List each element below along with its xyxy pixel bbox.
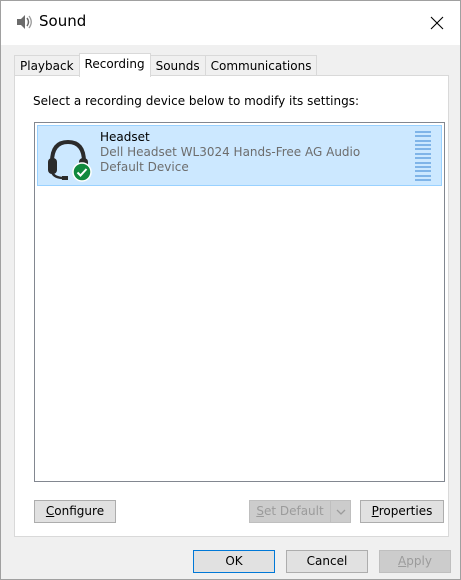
level-meter-segment (415, 148, 431, 151)
apply-button[interactable]: Apply (379, 550, 451, 573)
chevron-down-icon (336, 509, 345, 515)
set-default-dropdown[interactable] (331, 500, 351, 523)
device-name: Headset (100, 130, 150, 144)
close-icon (430, 16, 444, 30)
close-button[interactable] (414, 1, 460, 45)
title-bar: Sound (1, 1, 460, 45)
level-meter-segment (415, 144, 431, 147)
window-title: Sound (39, 12, 87, 30)
level-meter-segment (415, 131, 431, 133)
tab-communications[interactable]: Communications (204, 55, 318, 76)
level-meter-segment (415, 139, 431, 142)
level-meter-segment (415, 152, 431, 155)
device-description: Dell Headset WL3024 Hands-Free AG Audio (100, 145, 361, 159)
default-checkmark-icon (72, 162, 92, 182)
tab-sounds[interactable]: Sounds (149, 55, 206, 76)
level-meter-segment (415, 174, 431, 177)
level-meter-segment (415, 165, 431, 168)
device-status: Default Device (100, 160, 189, 174)
set-default-accel: S (256, 504, 264, 518)
tab-playback[interactable]: Playback (14, 55, 80, 76)
ok-button[interactable]: OK (193, 550, 275, 573)
cancel-button[interactable]: Cancel (286, 550, 368, 573)
set-default-button[interactable]: Set Default (249, 500, 331, 523)
level-meter-segment (415, 135, 431, 138)
properties-label: roperties (378, 504, 433, 518)
set-default-label: et Default (263, 504, 324, 518)
tab-strip: Playback Recording Sounds Communications (14, 53, 318, 77)
level-meter-segment (415, 157, 431, 160)
speaker-icon (17, 15, 32, 29)
level-meter-segment (415, 161, 431, 164)
sound-dialog: Sound Playback Recording Sounds Communic… (0, 0, 461, 580)
level-meter-segment (415, 170, 431, 173)
tab-recording[interactable]: Recording (78, 53, 151, 77)
level-meter-segment (415, 178, 431, 181)
instruction-text: Select a recording device below to modif… (33, 94, 360, 108)
recording-panel: Select a recording device below to modif… (14, 75, 449, 537)
device-list[interactable]: Headset Dell Headset WL3024 Hands-Free A… (34, 122, 445, 482)
list-item-headset[interactable]: Headset Dell Headset WL3024 Hands-Free A… (37, 125, 442, 186)
properties-accel: P (371, 504, 379, 518)
set-default-split-button: Set Default (249, 500, 351, 523)
properties-button[interactable]: Properties (360, 500, 444, 523)
apply-label: pply (406, 554, 432, 568)
configure-label: onfigure (54, 504, 105, 518)
level-meter (415, 131, 431, 181)
configure-button[interactable]: Configure (34, 500, 116, 523)
